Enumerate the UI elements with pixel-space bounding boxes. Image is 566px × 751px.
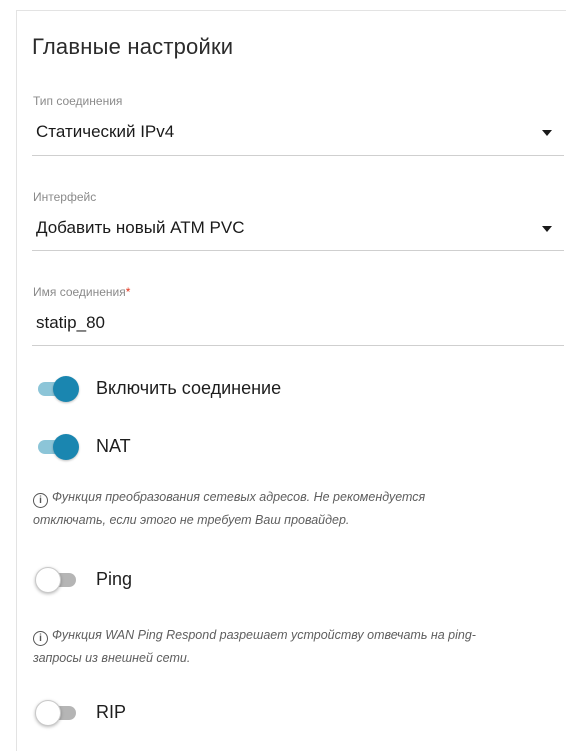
ping-hint-line1: Функция WAN Ping Respond разрешает устро… — [52, 628, 476, 642]
connection-type-underline — [32, 155, 564, 156]
rip-label: RIP — [96, 702, 127, 722]
nat-hint: i Функция преобразования сетевых адресов.… — [33, 486, 553, 532]
info-icon: i — [33, 493, 48, 508]
connection-name-value[interactable]: statip_80 — [36, 313, 105, 333]
toggle-knob — [35, 700, 61, 726]
interface-underline — [32, 250, 564, 251]
nat-toggle[interactable] — [35, 434, 79, 460]
toggle-knob — [53, 434, 79, 460]
section-title: Главные настройки — [32, 34, 234, 59]
nat-hint-line2: отключать, если этого не требует Ваш про… — [33, 513, 350, 527]
connection-name-label: Имя соединения* — [33, 285, 130, 299]
ping-toggle[interactable] — [35, 567, 79, 593]
ping-hint: i Функция WAN Ping Respond разрешает устр… — [33, 624, 553, 670]
ping-label: Ping — [96, 569, 133, 589]
connection-type-value: Статический IPv4 — [36, 122, 175, 141]
required-mark: * — [125, 285, 131, 299]
nat-label: NAT — [96, 436, 131, 456]
toggle-knob — [35, 567, 61, 593]
caret-down-icon[interactable] — [542, 226, 552, 232]
connection-type-label: Тип соединения — [33, 94, 123, 108]
enable-connection-toggle[interactable] — [35, 376, 79, 402]
interface-value: Добавить новый ATM PVC — [36, 218, 245, 237]
info-icon: i — [33, 631, 48, 646]
toggle-knob — [53, 376, 79, 402]
connection-name-label-text: Имя соединения — [33, 285, 126, 299]
caret-down-icon[interactable] — [542, 130, 552, 136]
interface-label: Интерфейс — [33, 190, 97, 204]
ping-hint-line2: запросы из внешней сети. — [33, 651, 191, 665]
enable-connection-label: Включить соединение — [96, 378, 282, 398]
nat-hint-line1: Функция преобразования сетевых адресов. … — [52, 490, 426, 504]
connection-name-underline — [32, 345, 564, 346]
rip-toggle[interactable] — [35, 700, 79, 726]
